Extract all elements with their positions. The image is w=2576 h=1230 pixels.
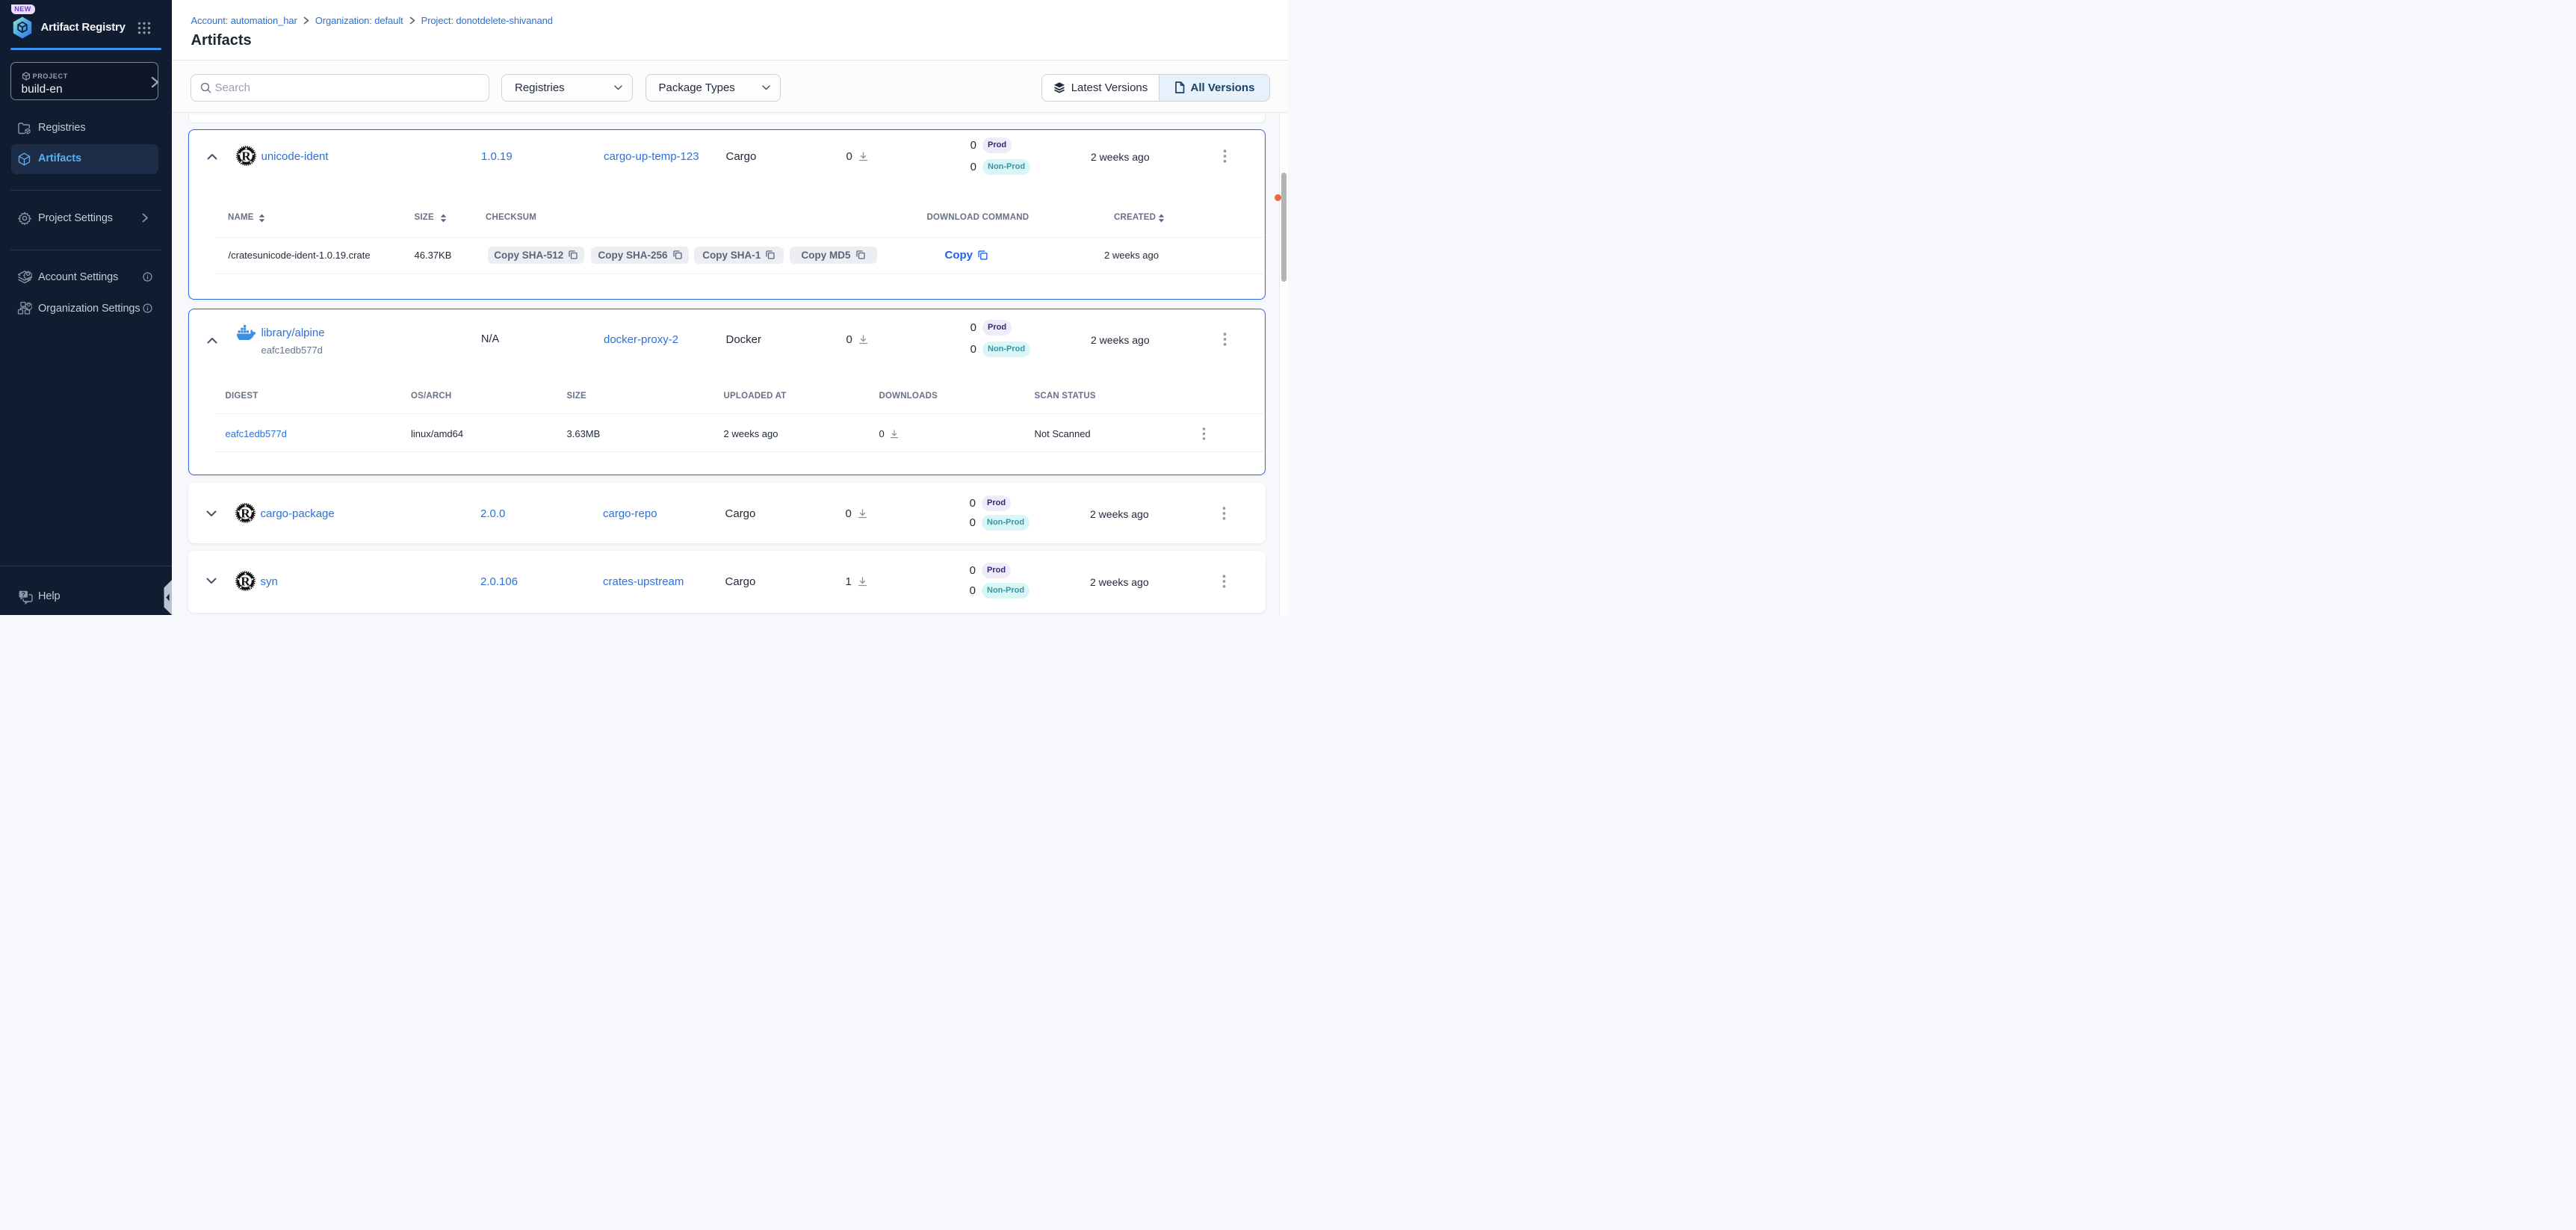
svg-text:R: R	[241, 149, 251, 163]
svg-text:R: R	[241, 574, 250, 588]
svg-text:?: ?	[22, 590, 25, 598]
svg-text:R: R	[241, 507, 250, 521]
